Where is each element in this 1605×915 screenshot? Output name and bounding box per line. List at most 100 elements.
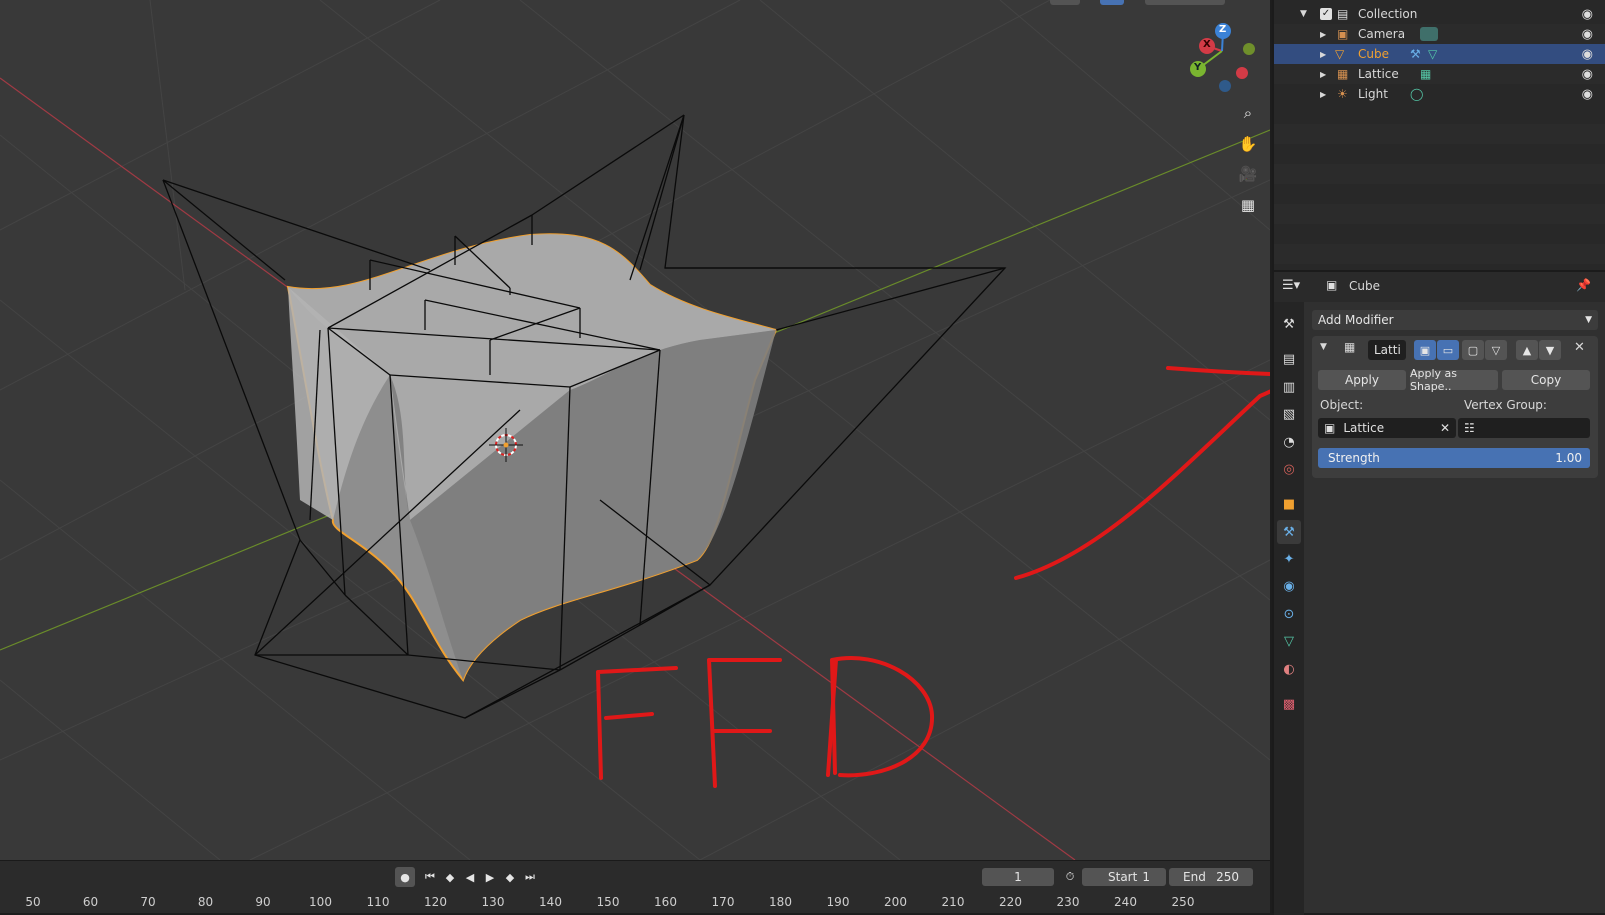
frame-ruler[interactable]: 50 60 70 80 90 100 110 120 130 140 150 160 170 180 190… <box>0 895 1270 913</box>
ruler-tick-label: 220 <box>999 895 1022 909</box>
outliner-row-collection[interactable]: ▼ ✓ ▤ Collection ◉ <box>1274 4 1605 24</box>
expand-arrow-icon[interactable]: ▶ <box>1320 70 1326 79</box>
play-icon[interactable]: ▶ <box>480 867 500 887</box>
tool-tab-icon[interactable]: ⚒ <box>1277 312 1301 336</box>
shading-buttons[interactable] <box>1145 0 1225 5</box>
render-tab-icon[interactable]: ▤ <box>1277 347 1301 371</box>
viewport-header-strip[interactable] <box>1010 0 1260 6</box>
record-icon[interactable]: ● <box>395 867 415 887</box>
eye-icon[interactable]: ◉ <box>1582 27 1593 42</box>
output-tab-icon[interactable]: ▥ <box>1277 375 1301 399</box>
current-frame-field[interactable]: 1 <box>982 868 1054 886</box>
hand-pan-icon[interactable]: ✋ <box>1235 131 1261 157</box>
ruler-tick-label: 100 <box>309 895 332 909</box>
editmode-toggle-icon[interactable]: ▢ <box>1462 340 1484 360</box>
expand-arrow-icon[interactable]: ▼ <box>1300 9 1307 19</box>
jump-end-icon[interactable]: ⏭ <box>520 867 540 887</box>
outliner-empty-row <box>1274 124 1605 144</box>
collapse-arrow-icon[interactable]: ▼ <box>1320 342 1327 352</box>
ruler-tick-label: 90 <box>255 895 271 909</box>
timeline[interactable]: ● ⏮ ◆ ◀ ▶ ◆ ⏭ 1 ⏱ Start 1 End 250 50 60 70… <box>0 860 1270 913</box>
next-keyframe-icon[interactable]: ◆ <box>500 867 520 887</box>
material-tab-icon[interactable]: ◐ <box>1277 657 1301 681</box>
modifier-panel[interactable]: Add Modifier ▼ ▼ ▦ Latti ▣ ▭ ▢ ▽ ▲ ▼ ✕ A… <box>1304 302 1605 915</box>
outliner-row-light[interactable]: ▶ ☀ Light ◯ ◉ <box>1274 84 1605 104</box>
object-tab-icon[interactable]: ■ <box>1277 492 1301 516</box>
ruler-tick-label: 130 <box>481 895 505 909</box>
properties-tabs[interactable]: ⚒ ▤ ▥ ▧ ◔ ◎ ■ ⚒ ✦ ◉ ⊙ ▽ ◐ ▩ <box>1274 302 1304 915</box>
expand-arrow-icon[interactable]: ▶ <box>1320 30 1326 39</box>
particles-tab-icon[interactable]: ✦ <box>1277 547 1301 571</box>
expand-arrow-icon[interactable]: ▶ <box>1320 50 1326 59</box>
eye-icon[interactable]: ◉ <box>1582 7 1593 22</box>
clear-icon[interactable]: ✕ <box>1440 421 1450 435</box>
outliner-row-cube[interactable]: ▶ ▽ Cube ⚒ ▽ ◉ <box>1274 44 1605 64</box>
checkbox-icon[interactable]: ✓ <box>1320 8 1332 20</box>
start-frame-field[interactable]: Start 1 <box>1082 868 1166 886</box>
expand-arrow-icon[interactable]: ▶ <box>1320 90 1326 99</box>
close-icon[interactable]: ✕ <box>1574 340 1585 355</box>
collection-icon: ▤ <box>1337 7 1349 21</box>
ruler-tick-label: 250 <box>1171 895 1195 909</box>
outliner-empty-row <box>1274 204 1605 224</box>
add-modifier-dropdown[interactable]: Add Modifier ▼ <box>1312 310 1598 330</box>
add-modifier-label: Add Modifier <box>1318 313 1394 327</box>
object-field[interactable]: ▣ Lattice ✕ <box>1318 418 1456 438</box>
constraints-tab-icon[interactable]: ⊙ <box>1277 602 1301 626</box>
properties-object-name: Cube <box>1349 279 1380 293</box>
outliner-label: Lattice <box>1358 67 1399 81</box>
outliner-empty-row <box>1274 244 1605 264</box>
editor-type-icon[interactable]: ☰▾ <box>1282 278 1300 293</box>
header-toggle[interactable] <box>1100 0 1124 5</box>
strength-value: 1.00 <box>1555 451 1582 465</box>
move-up-icon[interactable]: ▲ <box>1516 340 1538 360</box>
strength-slider[interactable]: Strength 1.00 <box>1318 448 1590 468</box>
ruler-tick-label: 150 <box>596 895 620 909</box>
eye-icon[interactable]: ◉ <box>1582 47 1593 62</box>
properties-editor[interactable]: ☰▾ ▣ Cube 📌 ⚒ ▤ ▥ ▧ ◔ ◎ ■ ⚒ ✦ ◉ ⊙ ▽ ◐ ▩ … <box>1272 270 1605 915</box>
header-button[interactable] <box>1050 0 1080 5</box>
eye-icon[interactable]: ◉ <box>1582 87 1593 102</box>
apply-button[interactable]: Apply <box>1318 370 1406 390</box>
jump-start-icon[interactable]: ⏮ <box>420 867 440 887</box>
play-reverse-icon[interactable]: ◀ <box>460 867 480 887</box>
end-frame-field[interactable]: End 250 <box>1169 868 1253 886</box>
data-tab-icon[interactable]: ▽ <box>1277 629 1301 653</box>
gizmo-z-label: Z <box>1219 24 1227 35</box>
modifier-tab-icon[interactable]: ⚒ <box>1277 520 1301 544</box>
viewport-toggle-icon[interactable]: ▭ <box>1437 340 1459 360</box>
grid-view-icon[interactable]: ▦ <box>1235 192 1261 218</box>
deformed-cube[interactable] <box>286 233 778 683</box>
outliner-row-lattice[interactable]: ▶ ▦ Lattice ▦ ◉ <box>1274 64 1605 84</box>
vertex-group-label: Vertex Group: <box>1464 398 1547 412</box>
eye-icon[interactable]: ◉ <box>1582 67 1593 82</box>
outliner-label: Light <box>1358 87 1388 101</box>
copy-button[interactable]: Copy <box>1502 370 1590 390</box>
outliner-row-camera[interactable]: ▶ ▣ Camera ◉ <box>1274 24 1605 44</box>
apply-as-shape-button[interactable]: Apply as Shape.. <box>1410 367 1498 393</box>
ruler-tick-label: 200 <box>884 895 907 909</box>
current-frame-value: 1 <box>1014 870 1022 884</box>
3d-viewport[interactable]: X Y Z ⌕ ✋ 🎥 ▦ <box>0 0 1270 860</box>
vertex-group-icon: ☷ <box>1464 421 1475 435</box>
modifier-name-field[interactable]: Latti <box>1368 340 1406 360</box>
move-down-icon[interactable]: ▼ <box>1539 340 1561 360</box>
physics-tab-icon[interactable]: ◉ <box>1277 574 1301 598</box>
object-field-value: Lattice <box>1343 421 1385 435</box>
camera-view-icon[interactable]: 🎥 <box>1235 161 1261 187</box>
render-toggle-icon[interactable]: ▣ <box>1414 340 1436 360</box>
prev-keyframe-icon[interactable]: ◆ <box>440 867 460 887</box>
wrench-icon: ⚒ <box>1410 47 1421 61</box>
viewport-scene[interactable] <box>0 0 1270 860</box>
texture-tab-icon[interactable]: ▩ <box>1277 692 1301 716</box>
world-tab-icon[interactable]: ◎ <box>1277 457 1301 481</box>
outliner[interactable]: ▼ ✓ ▤ Collection ◉ ▶ ▣ Camera ◉ ▶ ▽ Cube… <box>1272 0 1605 270</box>
pin-icon[interactable]: 📌 <box>1576 278 1591 292</box>
stopwatch-icon[interactable]: ⏱ <box>1060 867 1080 887</box>
scene-tab-icon[interactable]: ◔ <box>1277 430 1301 454</box>
ruler-tick-label: 190 <box>826 895 850 909</box>
vertex-group-field[interactable]: ☷ <box>1458 418 1590 438</box>
cage-toggle-icon[interactable]: ▽ <box>1485 340 1507 360</box>
zoom-icon[interactable]: ⌕ <box>1235 100 1261 126</box>
view-layer-tab-icon[interactable]: ▧ <box>1277 402 1301 426</box>
